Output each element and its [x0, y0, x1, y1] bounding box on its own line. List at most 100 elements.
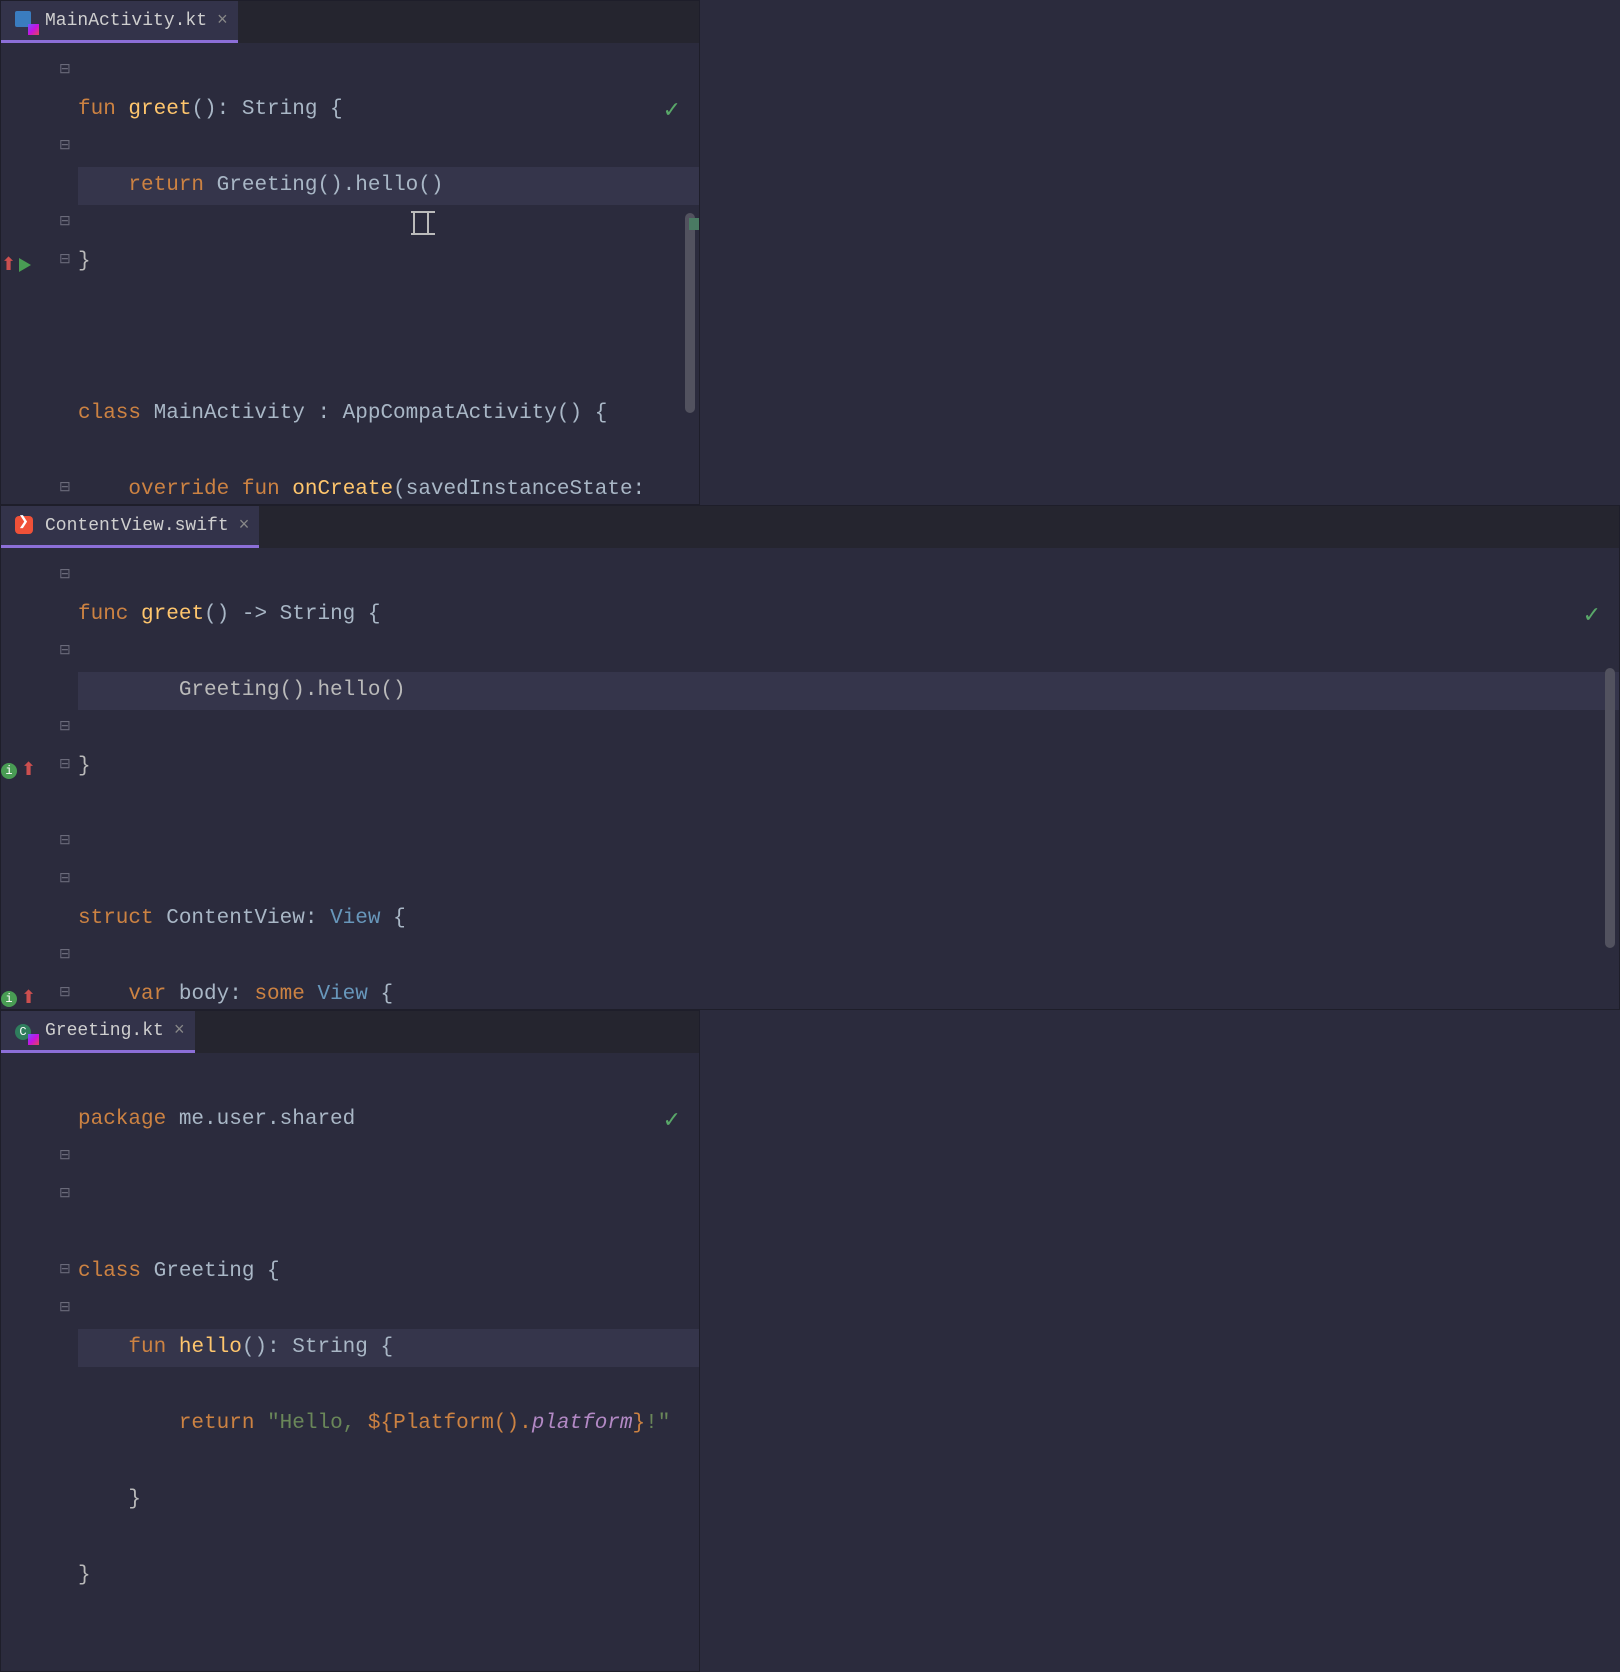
inspection-ok-icon[interactable]: ✓: [663, 1108, 681, 1134]
fold-end-icon[interactable]: ⊟: [59, 1299, 73, 1313]
fold-toggle-icon[interactable]: ⊟: [59, 946, 73, 960]
code-text: [254, 1412, 267, 1435]
template-expr: ${Platform().: [368, 1412, 532, 1435]
type-view: View: [305, 983, 368, 1006]
prop-platform: platform: [532, 1412, 633, 1435]
fold-toggle-icon[interactable]: ⊟: [59, 984, 73, 998]
inspection-ok-icon[interactable]: ✓: [1583, 603, 1601, 629]
fn-greet: greet: [128, 98, 191, 121]
swift-file-icon: [15, 516, 35, 536]
override-gutter-icon[interactable]: ⬆: [19, 258, 37, 276]
fn-greet: greet: [141, 603, 204, 626]
tabstrip: ContentView.swift ×: [1, 506, 1619, 548]
keyword-fun: fun: [128, 1336, 166, 1359]
code-text: }: [78, 243, 699, 281]
fold-toggle-icon[interactable]: ⊟: [59, 718, 73, 732]
info-gutter-icon[interactable]: i ⬆: [19, 763, 37, 781]
code-text: :: [305, 907, 330, 930]
fn-hello: hello: [179, 1336, 242, 1359]
gutter: [1, 1053, 56, 1671]
editor-pane-top-left: MainActivity.kt × ⬆ ⊟ ⊟ ⊟ ⊟ ⊟ fun greet(…: [0, 0, 700, 505]
code-blank: [78, 1177, 699, 1215]
code-area[interactable]: fun greet(): String { return Greeting().…: [78, 43, 699, 504]
code-text: () -> String {: [204, 603, 380, 626]
code-area[interactable]: func greet() -> String { Greeting().hell…: [78, 548, 1619, 1009]
fold-end-icon[interactable]: ⊟: [59, 870, 73, 884]
editor-body[interactable]: ⊟ ⊟ ⊟ ⊟ package me.user.shared class Gre…: [1, 1053, 699, 1671]
close-icon[interactable]: ×: [217, 11, 228, 31]
code-text: Greeting().hello(): [204, 174, 443, 197]
fold-end-icon[interactable]: ⊟: [59, 137, 73, 151]
keyword-fun: fun: [78, 98, 116, 121]
keyword-class: class: [78, 402, 141, 425]
keyword-func: func: [78, 603, 128, 626]
code-text: (): String {: [191, 98, 342, 121]
editor-pane-top-right: ContentView.swift × i ⬆ i ⬆ ⊟ ⊟ ⊟ ⊟ ⊟ ⊟ …: [0, 505, 1620, 1010]
tab-greeting-kt[interactable]: C Greeting.kt ×: [1, 1011, 195, 1053]
tabstrip: C Greeting.kt ×: [1, 1011, 699, 1053]
code-text: {: [381, 907, 406, 930]
fold-toggle-icon[interactable]: ⊟: [59, 1147, 73, 1161]
code-text: (savedInstanceState:: [393, 478, 645, 501]
text-cursor-icon: [413, 213, 429, 233]
diff-marker[interactable]: [689, 218, 699, 230]
tab-mainactivity-kt[interactable]: MainActivity.kt ×: [1, 1, 238, 43]
code-text: body:: [166, 983, 254, 1006]
fold-end-icon[interactable]: ⊟: [59, 832, 73, 846]
fold-toggle-icon[interactable]: ⊟: [59, 1185, 73, 1199]
close-icon[interactable]: ×: [174, 1021, 185, 1041]
editor-body[interactable]: ⬆ ⊟ ⊟ ⊟ ⊟ ⊟ fun greet(): String { return…: [1, 43, 699, 504]
keyword-override: override: [128, 478, 229, 501]
keyword-package: package: [78, 1108, 166, 1131]
code-text: }: [78, 1481, 699, 1519]
code-blank: [78, 824, 1619, 862]
fold-column: ⊟ ⊟ ⊟ ⊟: [56, 1053, 78, 1671]
tab-label: ContentView.swift: [45, 516, 229, 536]
inspection-ok-icon[interactable]: ✓: [663, 98, 681, 124]
code-blank: [78, 319, 699, 357]
close-icon[interactable]: ×: [239, 516, 250, 536]
keyword-fun: fun: [242, 478, 280, 501]
code-text: Greeting {: [141, 1260, 280, 1283]
code-text: Greeting().hello(): [78, 672, 1619, 710]
keyword-return: return: [179, 1412, 255, 1435]
fold-end-icon[interactable]: ⊟: [59, 642, 73, 656]
fold-end-icon[interactable]: ⊟: [59, 479, 73, 493]
scrollbar-thumb[interactable]: [685, 213, 695, 413]
fold-toggle-icon[interactable]: ⊟: [59, 251, 73, 265]
code-text: {: [368, 983, 393, 1006]
fold-toggle-icon[interactable]: ⊟: [59, 61, 73, 75]
tabstrip: MainActivity.kt ×: [1, 1, 699, 43]
string-literal: !": [645, 1412, 670, 1435]
code-text: ContentView: [154, 907, 305, 930]
kotlin-file-icon: [15, 11, 35, 31]
fold-toggle-icon[interactable]: ⊟: [59, 213, 73, 227]
keyword-return: return: [128, 174, 204, 197]
fold-toggle-icon[interactable]: ⊟: [59, 756, 73, 770]
info-gutter-icon[interactable]: i ⬆: [19, 991, 37, 1009]
tab-contentview-swift[interactable]: ContentView.swift ×: [1, 506, 259, 548]
template-end: }: [633, 1412, 646, 1435]
fold-column: ⊟ ⊟ ⊟ ⊟ ⊟: [56, 43, 78, 504]
package-name: me.user.shared: [166, 1108, 355, 1131]
string-literal: "Hello,: [267, 1412, 368, 1435]
keyword-class: class: [78, 1260, 141, 1283]
editor-body[interactable]: i ⬆ i ⬆ ⊟ ⊟ ⊟ ⊟ ⊟ ⊟ ⊟ ⊟ func greet() -> …: [1, 548, 1619, 1009]
code-text: }: [78, 1557, 699, 1595]
kotlin-class-icon: C: [15, 1021, 35, 1041]
fn-oncreate: onCreate: [292, 478, 393, 501]
tab-label: MainActivity.kt: [45, 11, 207, 31]
code-text: }: [78, 748, 1619, 786]
keyword-struct: struct: [78, 907, 154, 930]
type-view: View: [330, 907, 380, 930]
gutter: i ⬆ i ⬆: [1, 548, 56, 1009]
tab-label: Greeting.kt: [45, 1021, 164, 1041]
scrollbar-thumb[interactable]: [1605, 668, 1615, 948]
fold-end-icon[interactable]: ⊟: [59, 1261, 73, 1275]
fold-toggle-icon[interactable]: ⊟: [59, 566, 73, 580]
fold-column: ⊟ ⊟ ⊟ ⊟ ⊟ ⊟ ⊟ ⊟: [56, 548, 78, 1009]
code-area[interactable]: package me.user.shared class Greeting { …: [78, 1053, 699, 1671]
keyword-some: some: [254, 983, 304, 1006]
keyword-var: var: [128, 983, 166, 1006]
editor-pane-bottom: C Greeting.kt × ⊟ ⊟ ⊟ ⊟ package me.user.…: [0, 1010, 700, 1672]
